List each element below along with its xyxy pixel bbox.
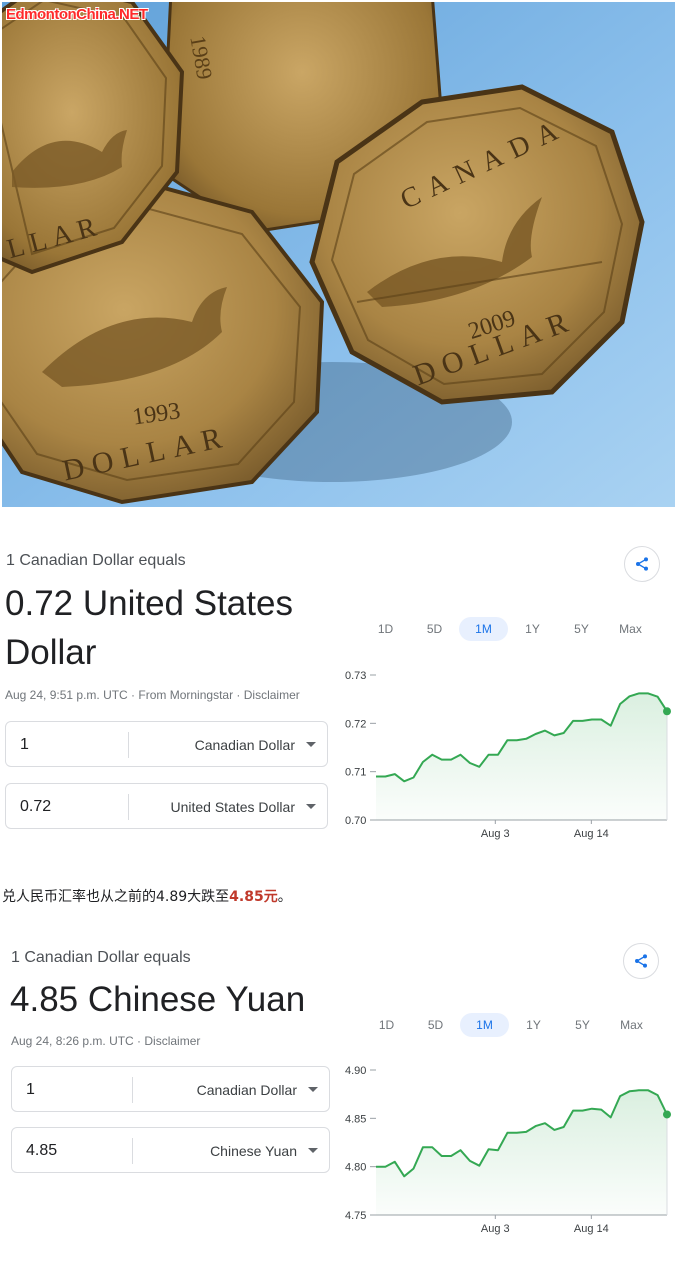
share-icon (636, 557, 648, 571)
y-tick-label: 0.72 (345, 718, 366, 730)
article-text-end: 。 (277, 889, 292, 905)
from-amount-field[interactable]: 1 Canadian Dollar (11, 1066, 330, 1112)
article-highlight: 4.85元 (229, 889, 278, 905)
x-tick-label: Aug 14 (574, 1223, 609, 1235)
from-amount-input[interactable]: 1 (20, 736, 29, 754)
article-paragraph: 兑人民币汇率也从之前的4.89大跌至4.85元。 (2, 886, 292, 906)
field-divider (128, 794, 129, 820)
y-tick-label: 0.71 (345, 767, 366, 779)
source-meta: Aug 24, 8:26 p.m. UTC · Disclaimer (11, 1034, 201, 1048)
tab-5y[interactable]: 5Y (557, 617, 606, 641)
from-currency-select[interactable]: Canadian Dollar (197, 1082, 297, 1098)
y-tick-label: 0.70 (345, 815, 366, 827)
tab-5y[interactable]: 5Y (558, 1013, 607, 1037)
exchange-rate-chart-cny[interactable]: 4.90 4.85 4.80 4.75 Aug 3 Aug 14 (340, 1060, 675, 1240)
chevron-down-icon[interactable] (308, 1148, 318, 1153)
tab-1m[interactable]: 1M (459, 617, 508, 641)
to-currency-select[interactable]: United States Dollar (170, 799, 295, 815)
tab-max[interactable]: Max (607, 1013, 656, 1037)
tab-1d[interactable]: 1D (362, 1013, 411, 1037)
to-amount-field[interactable]: 4.85 Chinese Yuan (11, 1127, 330, 1173)
x-tick-label: Aug 3 (481, 828, 510, 840)
tab-1y[interactable]: 1Y (509, 1013, 558, 1037)
x-tick-label: Aug 3 (481, 1223, 510, 1235)
tab-5d[interactable]: 5D (410, 617, 459, 641)
share-button[interactable] (624, 546, 660, 582)
to-amount-input[interactable]: 0.72 (20, 798, 51, 816)
x-tick-label: Aug 14 (574, 828, 609, 840)
result-value-line1: 4.85 Chinese Yuan (10, 980, 306, 1019)
chevron-down-icon[interactable] (308, 1087, 318, 1092)
y-tick-label: 4.80 (345, 1162, 366, 1174)
tab-1y[interactable]: 1Y (508, 617, 557, 641)
watermark: EdmontonChina.NET (6, 6, 148, 23)
y-tick-label: 4.85 (345, 1113, 366, 1125)
coins-photo: 1989 1993 DOLLAR LLAR CANADA 2009 DOLLAR… (2, 2, 675, 507)
exchange-rate-chart-usd[interactable]: 0.73 0.72 0.71 0.70 Aug 3 Aug 14 (340, 665, 675, 845)
y-tick-label: 0.73 (345, 670, 366, 682)
from-amount-field[interactable]: 1 Canadian Dollar (5, 721, 328, 767)
share-icon (635, 954, 647, 968)
range-tabs: 1D 5D 1M 1Y 5Y Max (362, 1013, 656, 1037)
to-amount-input[interactable]: 4.85 (26, 1142, 57, 1160)
field-divider (132, 1138, 133, 1164)
y-tick-label: 4.90 (345, 1065, 366, 1077)
to-amount-field[interactable]: 0.72 United States Dollar (5, 783, 328, 829)
source-meta: Aug 24, 9:51 p.m. UTC · From Morningstar… (5, 688, 300, 702)
chevron-down-icon[interactable] (306, 804, 316, 809)
equals-label: 1 Canadian Dollar equals (6, 552, 186, 569)
field-divider (132, 1077, 133, 1103)
from-amount-input[interactable]: 1 (26, 1081, 35, 1099)
chevron-down-icon[interactable] (306, 742, 316, 747)
result-value-line1: 0.72 United States (5, 584, 293, 623)
loonie-coins-illustration: 1989 1993 DOLLAR LLAR CANADA 2009 DOLLAR (2, 2, 675, 507)
to-currency-select[interactable]: Chinese Yuan (210, 1143, 297, 1159)
equals-label: 1 Canadian Dollar equals (11, 949, 191, 966)
latest-point (663, 707, 671, 716)
article-text: 兑人民币汇率也从之前的4.89大跌至 (2, 889, 230, 905)
from-currency-select[interactable]: Canadian Dollar (195, 737, 295, 753)
field-divider (128, 732, 129, 758)
tab-1d[interactable]: 1D (361, 617, 410, 641)
currency-converter-usd: 1 Canadian Dollar equals 0.72 United Sta… (0, 540, 675, 850)
share-button[interactable] (623, 943, 659, 979)
range-tabs: 1D 5D 1M 1Y 5Y Max (361, 617, 655, 641)
tab-1m[interactable]: 1M (460, 1013, 509, 1037)
tab-5d[interactable]: 5D (411, 1013, 460, 1037)
y-tick-label: 4.75 (345, 1210, 366, 1222)
series-area (376, 693, 667, 820)
latest-point (663, 1110, 671, 1119)
result-value-line2: Dollar (5, 633, 97, 672)
currency-converter-cny: 1 Canadian Dollar equals 4.85 Chinese Yu… (0, 935, 675, 1235)
tab-max[interactable]: Max (606, 617, 655, 641)
